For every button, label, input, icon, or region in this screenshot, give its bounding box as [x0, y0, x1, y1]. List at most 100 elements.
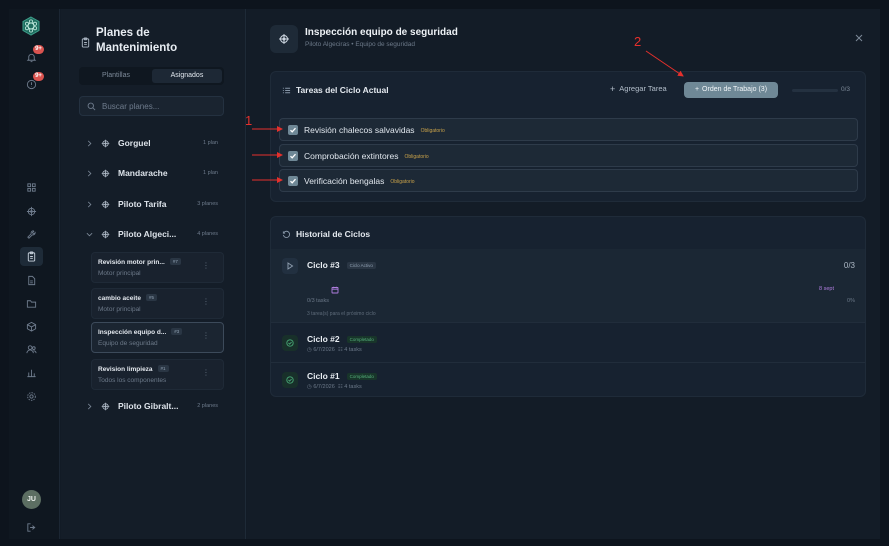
- plus-icon: +: [694, 86, 700, 93]
- group-name: Mandarache: [118, 168, 168, 178]
- active-cycle-row[interactable]: Ciclo #3 Ciclo Activo 0/3 8 sept 0/3 task…: [271, 249, 865, 322]
- tab-plantillas[interactable]: Plantillas: [81, 69, 151, 83]
- card-title: Historial de Ciclos: [296, 229, 371, 239]
- alerts-badge: 9+: [33, 72, 44, 81]
- more-vertical-icon[interactable]: ⋮: [202, 368, 210, 377]
- ship-wheel-icon: [101, 200, 110, 209]
- list-icon: ☷: [337, 384, 343, 390]
- folder-icon[interactable]: [26, 298, 37, 309]
- cycle-status-badge: Completado: [346, 373, 377, 380]
- cycle-meta: ◷ 6/7/2026 ☷ 4 tasks: [307, 384, 362, 390]
- task-checkbox[interactable]: [288, 125, 298, 135]
- hex-flower-logo[interactable]: [21, 16, 41, 36]
- package-icon[interactable]: [26, 321, 37, 332]
- plan-detail: Inspección equipo de seguridad Piloto Al…: [247, 9, 880, 539]
- plans-tab-switch: Plantillas Asignados: [79, 67, 224, 85]
- plan-id: #7: [169, 258, 181, 265]
- group-count: 3 planes: [197, 201, 218, 207]
- task-row[interactable]: Comprobación extintores Obligatorio: [279, 144, 858, 167]
- task-checkbox[interactable]: [288, 176, 298, 186]
- ship-wheel-icon: [101, 169, 110, 178]
- panel-title: Planes de Mantenimiento: [96, 27, 178, 54]
- task-checkbox[interactable]: [288, 151, 298, 161]
- divider: [271, 322, 865, 323]
- clipboard-icon[interactable]: [20, 247, 43, 266]
- plan-card[interactable]: Revision limpieza #1 Todos los componente…: [91, 359, 224, 390]
- more-vertical-icon[interactable]: ⋮: [202, 331, 210, 340]
- more-vertical-icon[interactable]: ⋮: [202, 297, 210, 306]
- plan-header-icon: [270, 25, 298, 53]
- list-icon: [282, 87, 291, 94]
- plan-group-piloto-gibraltar[interactable]: Piloto Gibralt... 2 planes: [79, 397, 224, 417]
- search-icon: [87, 102, 96, 111]
- plans-panel: Planes de Mantenimiento Plantillas Asign…: [61, 9, 246, 539]
- current-cycle-tasks-card: Tareas del Ciclo Actual + Agregar Tarea +…: [270, 71, 866, 202]
- group-name: Piloto Algeci...: [118, 229, 177, 239]
- check-circle-icon: [282, 372, 298, 388]
- cycle-history-card: Historial de Ciclos Ciclo #3 Ciclo Activo…: [270, 216, 866, 397]
- search-input[interactable]: [102, 99, 217, 113]
- plan-group-mandarache[interactable]: Mandarache 1 plan: [79, 164, 224, 184]
- required-badge: Obligatorio: [420, 128, 445, 134]
- wrench-icon[interactable]: [26, 229, 37, 240]
- plan-title: Inspección equipo de seguridad: [305, 27, 458, 38]
- task-name: Comprobación extintores Obligatorio: [304, 151, 429, 161]
- group-name: Gorguel: [118, 138, 151, 148]
- icon-rail: 9+ 9+ JU: [9, 9, 60, 539]
- app-window: 9+ 9+ JU Planes de Mantenimiento Plantil…: [9, 9, 880, 539]
- user-avatar[interactable]: JU: [22, 490, 41, 509]
- plan-id: #3: [171, 328, 183, 335]
- grid-icon[interactable]: [26, 182, 37, 193]
- plan-component: Todos los componentes: [98, 377, 167, 384]
- cycle-date: 8 sept: [819, 286, 834, 292]
- chevron-right-icon: [87, 140, 92, 147]
- group-count: 4 planes: [197, 231, 218, 237]
- group-name: Piloto Gibralt...: [118, 401, 179, 411]
- plan-group-piloto-algeciras[interactable]: Piloto Algeci... 4 planes: [79, 225, 224, 245]
- plan-group-piloto-tarifa[interactable]: Piloto Tarifa 3 planes: [79, 195, 224, 215]
- ship-wheel-icon: [101, 230, 110, 239]
- cycle-name: Ciclo #2 Completado: [307, 334, 377, 344]
- file-icon[interactable]: [26, 275, 37, 286]
- check-icon: [290, 178, 296, 184]
- ship-wheel-icon: [101, 402, 110, 411]
- cycle-progress: 0/3: [843, 261, 855, 270]
- cycle-status-badge: Completado: [346, 336, 377, 343]
- more-vertical-icon[interactable]: ⋮: [202, 261, 210, 270]
- chevron-down-icon: [86, 232, 93, 237]
- plan-group-gorguel[interactable]: Gorguel 1 plan: [79, 134, 224, 154]
- task-row[interactable]: Revisión chalecos salvavidas Obligatorio: [279, 118, 858, 141]
- users-icon[interactable]: [26, 344, 37, 355]
- task-name: Verificación bengalas Obligatorio: [304, 176, 415, 186]
- list-icon: ☷: [337, 347, 343, 353]
- cycle-row[interactable]: Ciclo #1 Completado ◷ 6/7/2026 ☷ 4 tasks: [271, 363, 865, 399]
- check-icon: [290, 153, 296, 159]
- required-badge: Obligatorio: [390, 179, 415, 185]
- group-name: Piloto Tarifa: [118, 199, 167, 209]
- settings-icon[interactable]: [26, 391, 37, 402]
- tasks-progress-text: 0/3: [841, 86, 851, 93]
- ship-wheel-icon[interactable]: [26, 206, 37, 217]
- plus-icon: +: [610, 84, 616, 94]
- bar-chart-icon[interactable]: [26, 367, 37, 378]
- plan-card[interactable]: Revisión motor prin... #7 Motor principal…: [91, 252, 224, 283]
- tasks-progress-bar: [792, 89, 838, 92]
- ship-wheel-icon: [279, 34, 289, 44]
- tab-asignados[interactable]: Asignados: [152, 69, 222, 83]
- task-row[interactable]: Verificación bengalas Obligatorio: [279, 169, 858, 192]
- close-icon[interactable]: [854, 33, 864, 43]
- check-circle-icon: [282, 335, 298, 351]
- add-task-button[interactable]: + Agregar Tarea: [610, 84, 667, 94]
- cycle-name: Ciclo #1 Completado: [307, 371, 377, 381]
- cycle-row[interactable]: Ciclo #2 Completado ◷ 6/7/2026 ☷ 4 tasks: [271, 326, 865, 362]
- logout-icon[interactable]: [26, 522, 37, 533]
- plan-id: #1: [157, 365, 169, 372]
- notifications-badge: 9+: [33, 45, 44, 54]
- plan-card-selected[interactable]: Inspección equipo d... #3 Equipo de segur…: [91, 322, 224, 353]
- required-badge: Obligatorio: [404, 154, 429, 160]
- plan-card[interactable]: cambio aceite #5 Motor principal ⋮: [91, 288, 224, 319]
- work-order-button[interactable]: + Orden de Trabajo (3): [684, 82, 778, 98]
- plan-name: Revisión motor prin... #7: [98, 258, 181, 266]
- group-count: 1 plan: [203, 170, 218, 176]
- card-title: Tareas del Ciclo Actual: [296, 85, 389, 95]
